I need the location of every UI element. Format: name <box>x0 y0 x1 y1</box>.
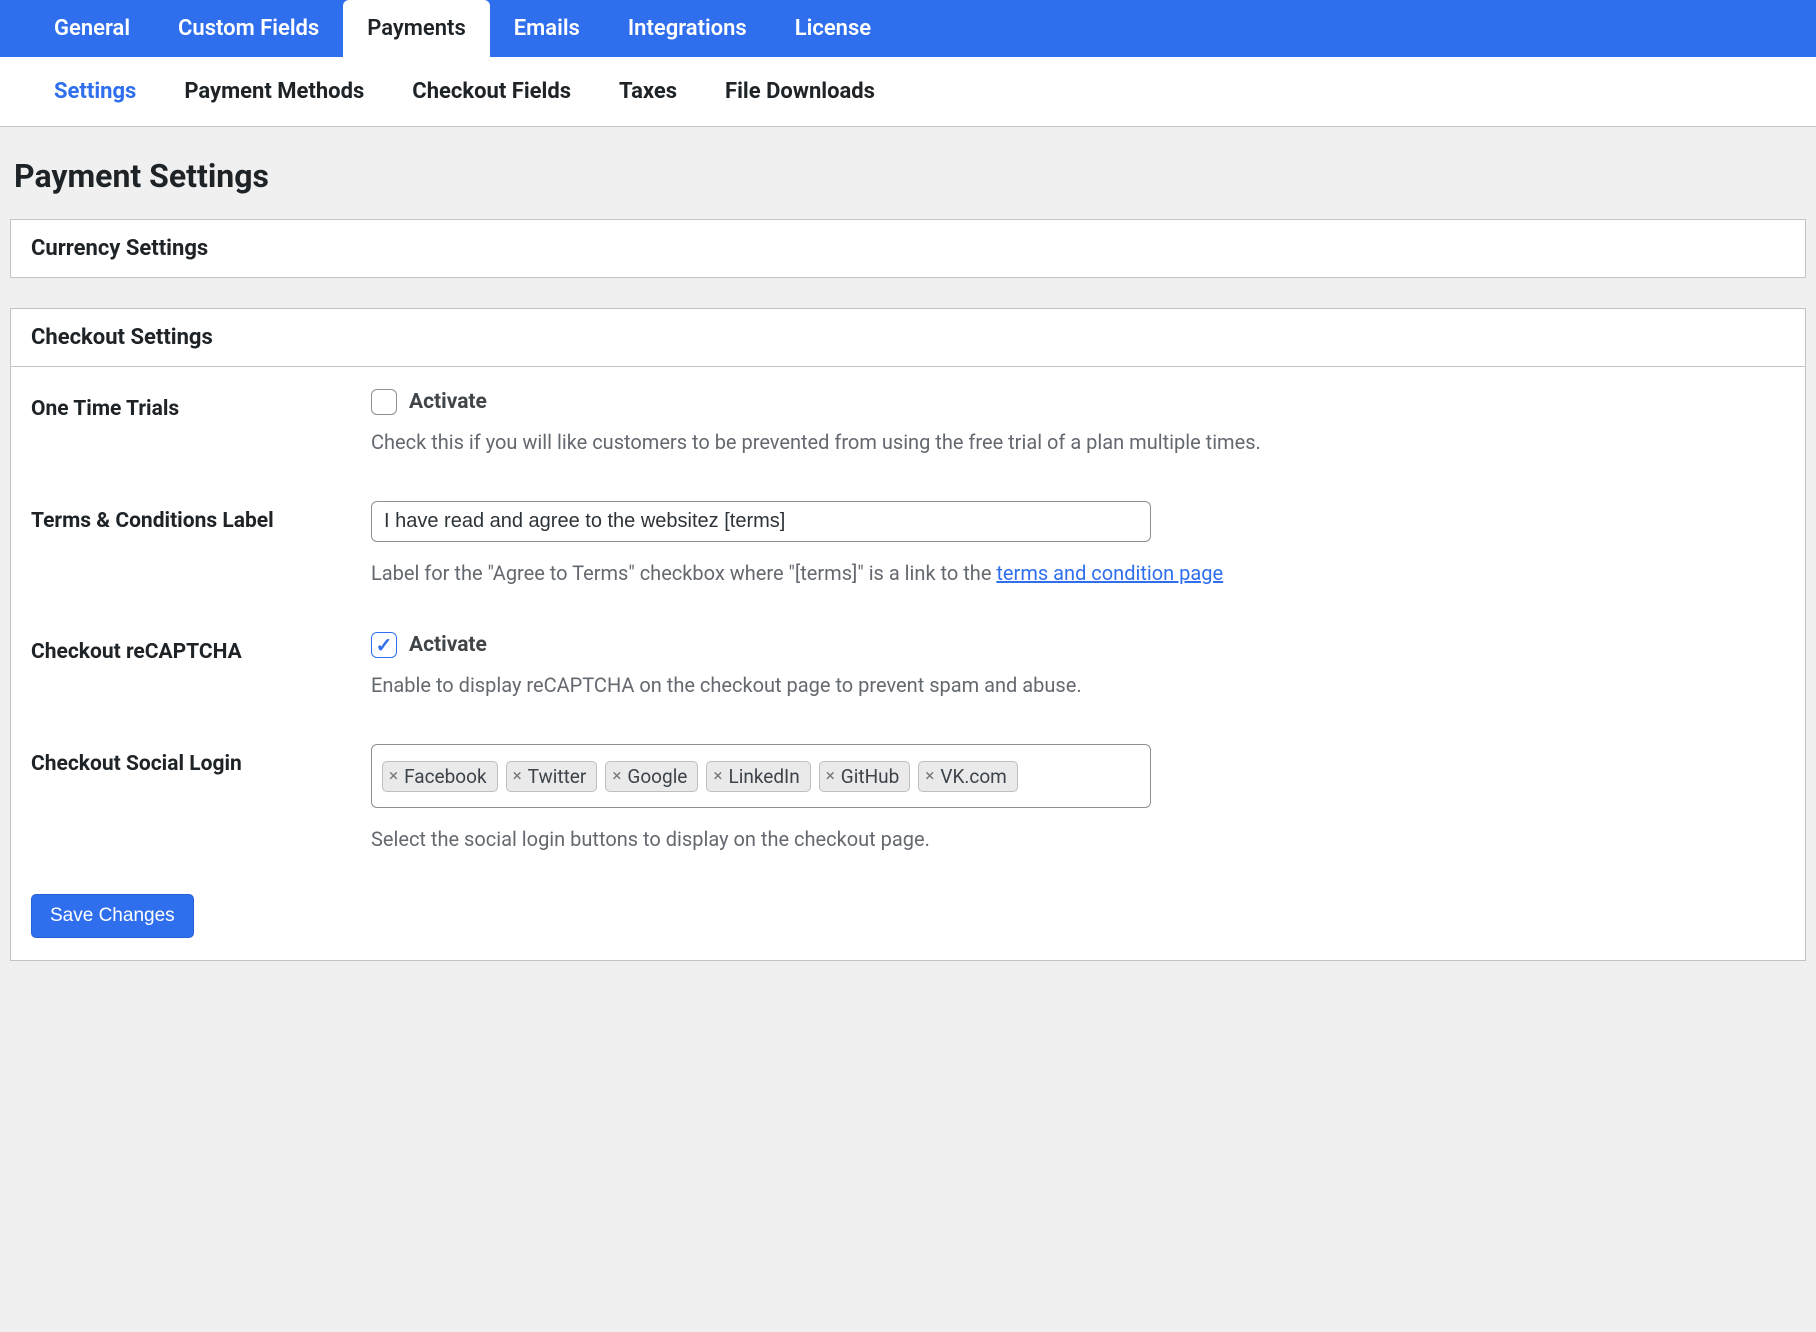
save-changes-button[interactable]: Save Changes <box>31 894 194 938</box>
label-social-login: Checkout Social Login <box>11 722 351 876</box>
checkout-settings-panel: Checkout Settings One Time Trials Activa… <box>10 308 1806 961</box>
tab-custom-fields[interactable]: Custom Fields <box>154 0 343 57</box>
subtab-checkout-fields[interactable]: Checkout Fields <box>388 57 595 126</box>
save-row: Save Changes <box>11 876 1805 960</box>
tag-label: GitHub <box>841 765 899 788</box>
content-area: Payment Settings Currency Settings Check… <box>0 127 1816 1001</box>
row-recaptcha: Checkout reCAPTCHA Activate Enable to di… <box>11 610 1805 722</box>
help-one-time-trials: Check this if you will like customers to… <box>371 427 1785 457</box>
row-terms-label: Terms & Conditions Label Label for the "… <box>11 479 1805 610</box>
label-recaptcha: Checkout reCAPTCHA <box>11 610 351 722</box>
subtab-payment-methods[interactable]: Payment Methods <box>160 57 388 126</box>
currency-settings-panel: Currency Settings <box>10 219 1806 278</box>
page-title: Payment Settings <box>14 157 1806 195</box>
help-terms-prefix: Label for the "Agree to Terms" checkbox … <box>371 561 996 585</box>
checkbox-one-time-trials[interactable] <box>371 389 397 415</box>
remove-tag-icon[interactable]: × <box>826 766 837 786</box>
row-social-login: Checkout Social Login ×Facebook ×Twitter… <box>11 722 1805 876</box>
tag-label: VK.com <box>940 765 1006 788</box>
tag-label: Twitter <box>528 765 587 788</box>
tab-license[interactable]: License <box>771 0 895 57</box>
input-terms-label[interactable] <box>371 501 1151 542</box>
link-terms-page[interactable]: terms and condition page <box>996 561 1223 585</box>
tag-github: ×GitHub <box>819 761 911 792</box>
primary-tabs: General Custom Fields Payments Emails In… <box>0 0 1816 57</box>
checkbox-label-one-time-trials: Activate <box>409 390 487 414</box>
help-recaptcha: Enable to display reCAPTCHA on the check… <box>371 670 1785 700</box>
subtab-taxes[interactable]: Taxes <box>595 57 701 126</box>
checkout-settings-header[interactable]: Checkout Settings <box>11 309 1805 367</box>
help-terms-label: Label for the "Agree to Terms" checkbox … <box>371 558 1785 588</box>
remove-tag-icon[interactable]: × <box>389 766 400 786</box>
tab-payments[interactable]: Payments <box>343 0 490 57</box>
label-one-time-trials: One Time Trials <box>11 367 351 479</box>
subtab-settings[interactable]: Settings <box>30 57 160 126</box>
checkbox-label-recaptcha: Activate <box>409 633 487 657</box>
remove-tag-icon[interactable]: × <box>713 766 724 786</box>
remove-tag-icon[interactable]: × <box>612 766 623 786</box>
tab-integrations[interactable]: Integrations <box>604 0 771 57</box>
input-social-login[interactable]: ×Facebook ×Twitter ×Google ×LinkedIn ×Gi… <box>371 744 1151 808</box>
row-one-time-trials: One Time Trials Activate Check this if y… <box>11 367 1805 479</box>
tag-label: LinkedIn <box>728 765 799 788</box>
tag-label: Facebook <box>404 765 487 788</box>
tag-vkcom: ×VK.com <box>918 761 1018 792</box>
tag-facebook: ×Facebook <box>382 761 498 792</box>
remove-tag-icon[interactable]: × <box>513 766 524 786</box>
tab-emails[interactable]: Emails <box>490 0 604 57</box>
tab-general[interactable]: General <box>30 0 154 57</box>
currency-settings-header[interactable]: Currency Settings <box>11 220 1805 277</box>
tag-linkedin: ×LinkedIn <box>706 761 810 792</box>
checkbox-recaptcha[interactable] <box>371 632 397 658</box>
tag-twitter: ×Twitter <box>506 761 598 792</box>
secondary-tabs: Settings Payment Methods Checkout Fields… <box>0 57 1816 127</box>
tag-google: ×Google <box>605 761 698 792</box>
checkout-settings-table: One Time Trials Activate Check this if y… <box>11 367 1805 876</box>
tag-label: Google <box>627 765 687 788</box>
remove-tag-icon[interactable]: × <box>925 766 936 786</box>
help-social-login: Select the social login buttons to displ… <box>371 824 1785 854</box>
subtab-file-downloads[interactable]: File Downloads <box>701 57 899 126</box>
label-terms-conditions: Terms & Conditions Label <box>11 479 351 610</box>
